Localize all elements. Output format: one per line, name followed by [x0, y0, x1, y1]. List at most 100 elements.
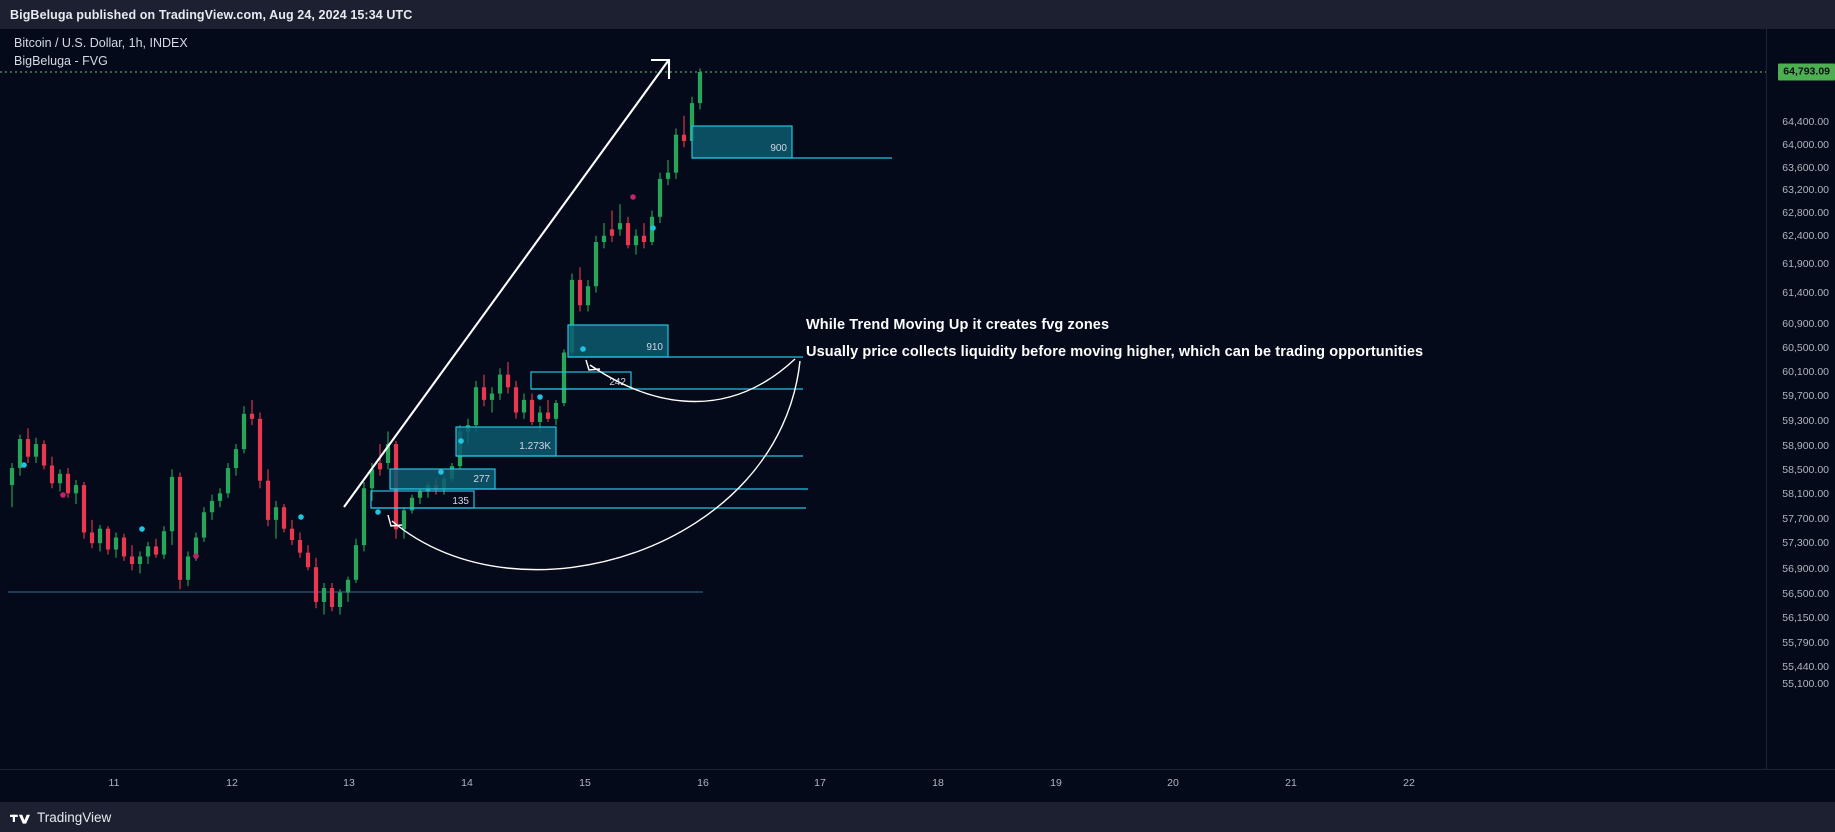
time-tick: 19 [1050, 777, 1062, 789]
candle-body [641, 235, 647, 243]
legend-indicator[interactable]: BigBeluga - FVG [14, 52, 188, 70]
candle-body [177, 476, 183, 580]
candle-body [657, 178, 663, 217]
candlestick-canvas: 9009102421.273K277135 [0, 58, 1766, 615]
time-axis[interactable]: 11 12 13 14 15 16 17 18 19 20 21 22 [0, 769, 1835, 802]
price-tick: 60,500.00 [1782, 342, 1829, 354]
price-tick: 56,900.00 [1782, 563, 1829, 575]
candle-body [601, 235, 607, 243]
signal-dot [438, 469, 444, 475]
candle-body [145, 546, 151, 557]
price-tick: 62,800.00 [1782, 207, 1829, 219]
candle-body [97, 528, 103, 544]
price-tick: 56,150.00 [1782, 612, 1829, 624]
candle-body [297, 540, 303, 553]
price-tick: 61,900.00 [1782, 258, 1829, 270]
candle-body [473, 387, 479, 426]
candle-body [49, 465, 55, 484]
time-tick: 13 [343, 777, 355, 789]
candle-body [33, 444, 39, 457]
candle-body [233, 449, 239, 469]
price-tick: 57,700.00 [1782, 513, 1829, 525]
price-tick: 64,000.00 [1782, 139, 1829, 151]
candle-body [489, 393, 495, 400]
signal-dot [375, 509, 381, 515]
status-bar: TradingView [0, 802, 1835, 832]
candle-body [225, 468, 231, 494]
candle-body [217, 493, 223, 501]
publisher-bar: BigBeluga published on TradingView.com, … [0, 0, 1835, 29]
price-axis[interactable]: 64,400.00 64,000.00 63,600.00 63,200.00 62,8… [1766, 29, 1835, 769]
candle-body [329, 588, 335, 607]
candle-body [281, 507, 287, 529]
candle-body [497, 374, 503, 394]
price-tick: 60,900.00 [1782, 318, 1829, 330]
time-tick: 14 [461, 777, 473, 789]
price-tick: 63,600.00 [1782, 162, 1829, 174]
candle-body [273, 507, 279, 520]
time-tick: 20 [1167, 777, 1179, 789]
signal-dot [193, 553, 199, 559]
candle-body [9, 468, 15, 486]
signal-dot [537, 394, 543, 400]
price-tick: 62,400.00 [1782, 230, 1829, 242]
candle-body [505, 374, 511, 388]
price-tick: 58,100.00 [1782, 488, 1829, 500]
price-tick: 63,200.00 [1782, 184, 1829, 196]
candle-body [249, 413, 255, 419]
candle-body [521, 399, 527, 413]
candle-body [153, 546, 159, 555]
candle-body [57, 473, 63, 484]
candle-body [241, 413, 247, 450]
candle-body [401, 510, 407, 530]
candle-body [73, 485, 79, 494]
candle-body [609, 229, 615, 236]
candle-body [417, 491, 423, 498]
price-tick: 55,100.00 [1782, 678, 1829, 690]
chart-plot-area[interactable]: 900 910 242 1.273K 277 135 [0, 29, 1766, 769]
signal-dot [139, 526, 145, 532]
candle-body [545, 412, 551, 419]
fvg-900-label: 900 [770, 143, 787, 154]
candle-body [361, 488, 367, 546]
signal-dot [650, 225, 656, 231]
time-tick: 22 [1403, 777, 1415, 789]
fvg-1273k-label: 1.273K [519, 441, 551, 452]
price-tick: 55,790.00 [1782, 637, 1829, 649]
candle-body [89, 532, 95, 544]
price-tick: 55,440.00 [1782, 661, 1829, 673]
price-tick: 59,700.00 [1782, 390, 1829, 402]
note-liquidity: Usually price collects liquidity before … [806, 344, 1424, 360]
signal-dot [580, 346, 586, 352]
legend-symbol[interactable]: Bitcoin / U.S. Dollar, 1h, INDEX [14, 34, 188, 52]
candle-body [553, 403, 559, 419]
candle-body [313, 567, 319, 602]
candle-body [305, 552, 311, 568]
price-tick: 56,500.00 [1782, 588, 1829, 600]
publisher-text: BigBeluga published on TradingView.com, … [10, 7, 413, 22]
price-tick: 58,900.00 [1782, 440, 1829, 452]
candle-body [353, 545, 359, 580]
candle-body [665, 172, 671, 179]
candle-body [633, 235, 639, 246]
tradingview-logo[interactable]: TradingView [10, 810, 111, 825]
time-tick: 21 [1285, 777, 1297, 789]
candle-body [25, 439, 31, 457]
signal-dot [21, 462, 27, 468]
pointer-arrows-group [387, 358, 801, 571]
candle-body [337, 592, 343, 607]
tradingview-mark-icon [10, 814, 30, 824]
candle-body [345, 579, 351, 593]
candle-body [561, 352, 567, 404]
candle-body [377, 463, 383, 470]
price-tick: 57,300.00 [1782, 537, 1829, 549]
candle-body [17, 439, 23, 469]
signal-dot [458, 438, 464, 444]
time-tick: 12 [226, 777, 238, 789]
price-tick: 64,400.00 [1782, 116, 1829, 128]
candle-body [577, 279, 583, 306]
price-tick: 61,400.00 [1782, 287, 1829, 299]
current-price-badge[interactable]: 64,793.09 [1778, 63, 1835, 81]
time-tick: 16 [697, 777, 709, 789]
candle-body [201, 512, 207, 538]
